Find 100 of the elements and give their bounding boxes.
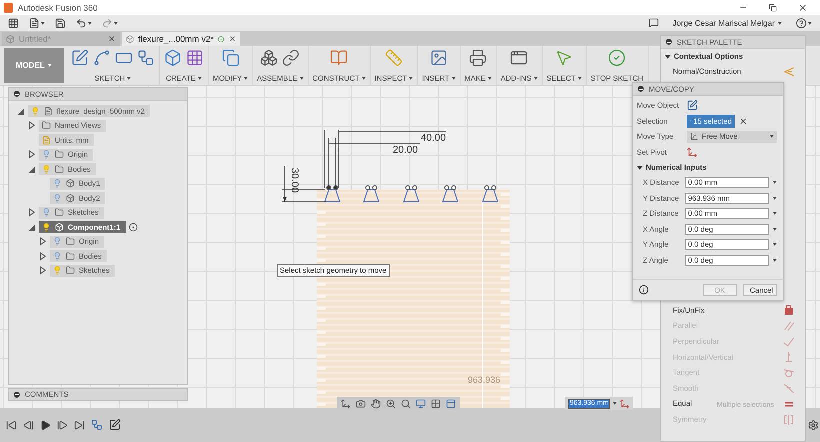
zoom-in-icon[interactable] xyxy=(386,398,396,408)
trapezoid-profile xyxy=(482,186,499,202)
image-icon[interactable] xyxy=(430,49,448,67)
cube-icon xyxy=(6,34,15,44)
cube-icon xyxy=(126,34,134,44)
caret-icon xyxy=(770,135,774,138)
axes-icon[interactable] xyxy=(620,398,630,408)
nodes-icon[interactable] xyxy=(91,419,103,431)
printer-icon[interactable] xyxy=(469,49,488,67)
caret-icon xyxy=(488,77,492,80)
search-icon[interactable] xyxy=(401,398,411,408)
folder-icon xyxy=(66,266,75,276)
copy-icon[interactable] xyxy=(222,49,240,67)
close-icon[interactable] xyxy=(739,116,748,126)
collapse-icon[interactable] xyxy=(14,91,20,97)
caret-icon xyxy=(534,77,538,80)
axes-icon xyxy=(690,132,699,142)
document-tab[interactable]: flexure_...00mm v2* xyxy=(122,32,240,46)
document-icon xyxy=(42,136,51,145)
caret-icon xyxy=(409,77,414,80)
axes-icon[interactable] xyxy=(687,146,698,158)
document-icon xyxy=(44,106,53,116)
close-icon[interactable] xyxy=(108,35,116,43)
file-menu-icon[interactable] xyxy=(29,18,45,28)
caret-icon xyxy=(198,77,202,80)
user-menu[interactable]: Jorge Cesar Mariscal Melgar xyxy=(668,18,786,28)
pencil-square-icon[interactable] xyxy=(71,49,89,67)
step-forward-icon[interactable] xyxy=(57,420,68,430)
folder-icon xyxy=(55,150,64,160)
folder-icon xyxy=(66,237,75,246)
apps-grid-icon[interactable] xyxy=(8,18,19,28)
close-button[interactable] xyxy=(798,2,808,12)
expand-arrow[interactable] xyxy=(28,150,36,160)
grid-icon[interactable] xyxy=(431,398,441,408)
save-icon[interactable] xyxy=(55,18,66,28)
expand-arrow[interactable] xyxy=(39,252,47,261)
panel-icon[interactable] xyxy=(446,398,456,408)
lightbulb-icon[interactable] xyxy=(42,222,51,232)
skip-forward-icon[interactable] xyxy=(74,420,85,430)
expand-arrow[interactable] xyxy=(39,266,47,276)
trapezoid-profile xyxy=(403,186,420,202)
expand-icon[interactable] xyxy=(14,392,20,398)
app-logo xyxy=(4,2,13,12)
collapse-icon[interactable] xyxy=(638,86,644,92)
folder-icon xyxy=(42,121,51,130)
orbit-icon[interactable] xyxy=(341,398,351,408)
check-circle-icon[interactable] xyxy=(608,49,626,67)
caret-icon xyxy=(778,22,782,24)
trapezoid-profile xyxy=(363,186,380,202)
sketch-feature-icon[interactable] xyxy=(109,419,121,431)
window-icon[interactable] xyxy=(510,49,528,67)
folder-icon xyxy=(55,164,64,174)
pencil-square-icon[interactable] xyxy=(687,100,698,112)
constraint-icon[interactable] xyxy=(783,304,795,316)
expand-arrow[interactable] xyxy=(28,222,36,232)
camera-icon[interactable] xyxy=(356,398,366,408)
caret-icon xyxy=(127,77,132,80)
cube-icon xyxy=(55,222,64,232)
caret-icon xyxy=(452,77,456,80)
skip-back-icon[interactable] xyxy=(6,420,17,430)
restore-button[interactable] xyxy=(769,4,777,12)
caret-icon xyxy=(300,77,304,80)
dimension-label: 30.00 xyxy=(289,168,300,194)
cube-icon[interactable] xyxy=(164,49,182,67)
link-icon[interactable] xyxy=(282,49,300,67)
expand-arrow[interactable] xyxy=(28,164,36,174)
monitor-icon[interactable] xyxy=(416,398,426,408)
close-icon[interactable] xyxy=(228,35,236,43)
cube-icon xyxy=(66,179,75,188)
expand-arrow[interactable] xyxy=(39,237,47,246)
dimension-label: 963.936 xyxy=(468,375,501,385)
curve-icon[interactable] xyxy=(93,49,111,67)
step-back-icon[interactable] xyxy=(23,420,34,430)
expand-arrow[interactable] xyxy=(28,208,36,218)
settings-icon[interactable] xyxy=(808,420,819,430)
radio-icon[interactable] xyxy=(128,222,138,232)
folder-icon xyxy=(55,208,64,218)
expand-arrow[interactable] xyxy=(28,121,36,130)
dimension-label: 20.00 xyxy=(393,145,418,156)
collapse-icon[interactable] xyxy=(666,39,672,45)
redo-icon[interactable] xyxy=(102,18,118,28)
caret-icon xyxy=(244,77,248,80)
book-icon[interactable] xyxy=(330,49,348,67)
expand-arrow[interactable] xyxy=(17,106,25,116)
caret-icon xyxy=(362,77,366,80)
trapezoid-profile xyxy=(324,186,341,202)
hand-icon[interactable] xyxy=(371,398,381,408)
caret-icon xyxy=(613,402,617,405)
folder-icon xyxy=(66,252,75,261)
trapezoid-profile xyxy=(442,186,459,202)
comment-icon[interactable] xyxy=(648,18,659,28)
caret-icon xyxy=(578,77,582,80)
undo-icon[interactable] xyxy=(76,18,92,28)
play-icon[interactable] xyxy=(40,420,51,430)
grid-icon[interactable] xyxy=(186,49,204,67)
help-icon[interactable] xyxy=(796,18,812,28)
dimension-label: 40.00 xyxy=(421,133,446,144)
nodes-icon[interactable] xyxy=(137,49,155,67)
boxes-icon[interactable] xyxy=(260,49,278,67)
info-icon[interactable] xyxy=(639,285,649,295)
